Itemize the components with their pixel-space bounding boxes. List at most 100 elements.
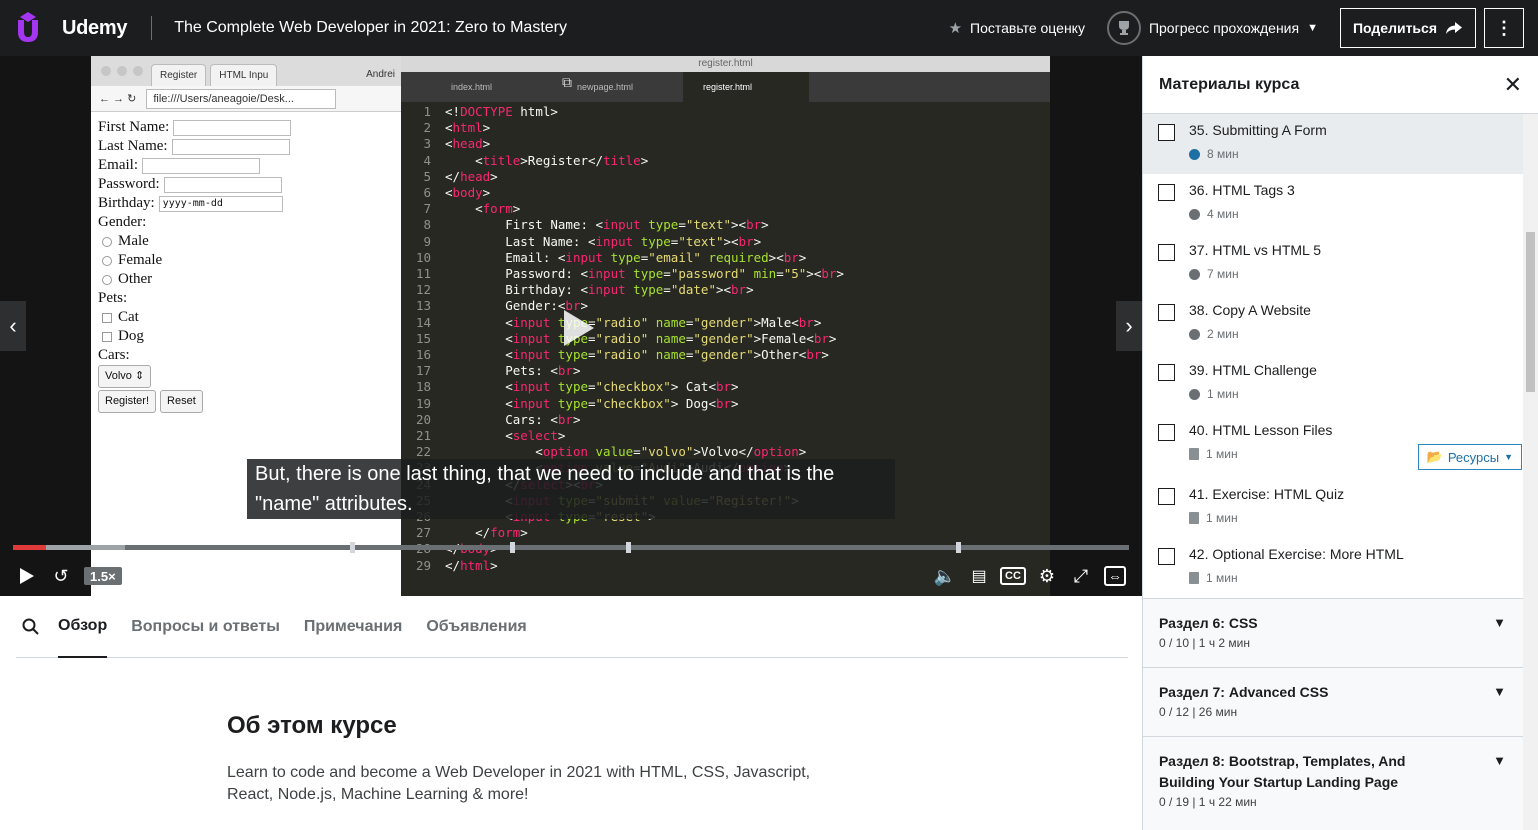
form-button: Reset xyxy=(160,390,203,413)
progress-scrubber[interactable] xyxy=(13,542,1129,553)
course-title[interactable]: The Complete Web Developer in 2021: Zero… xyxy=(174,19,567,37)
next-lecture-button[interactable]: › xyxy=(1116,301,1142,351)
udemy-logo-icon xyxy=(18,12,38,42)
resources-label: Ресурсы xyxy=(1447,449,1500,465)
about-heading: Об этом курсе xyxy=(227,712,397,739)
text-field xyxy=(173,119,292,136)
play-button[interactable] xyxy=(10,559,44,593)
lesson-title: 40. HTML Lesson Files xyxy=(1189,422,1333,438)
progress-dropdown[interactable]: Прогресс прохождения ▼ xyxy=(1106,11,1318,45)
video-icon xyxy=(1189,268,1200,280)
volume-button[interactable]: 🔈 xyxy=(928,559,962,593)
expand-icon: ⇔ xyxy=(1104,566,1126,586)
lesson-checkbox[interactable] xyxy=(1158,364,1175,381)
form-label: Email: xyxy=(98,157,138,173)
search-tab[interactable] xyxy=(16,596,46,658)
kebab-menu-icon: ⋮ xyxy=(1495,17,1513,38)
lesson-checkbox[interactable] xyxy=(1158,304,1175,321)
share-icon xyxy=(1446,22,1462,34)
lesson-checkbox[interactable] xyxy=(1158,124,1175,141)
transcript-button[interactable]: ▤ xyxy=(962,559,996,593)
udemy-logo[interactable]: Udemy xyxy=(14,0,128,56)
transcript-icon: ▤ xyxy=(971,568,987,585)
picture-in-picture-icon[interactable]: ⧉ xyxy=(562,74,582,94)
video-icon xyxy=(1189,388,1200,400)
about-description: Learn to code and become a Web Developer… xyxy=(227,764,811,803)
radio-icon xyxy=(102,274,112,285)
lesson-title: 42. Optional Exercise: More HTML xyxy=(1189,546,1404,562)
lesson-item[interactable]: 35. Submitting A Form 8 мин xyxy=(1143,114,1538,174)
fullscreen-button[interactable]: ⤢ xyxy=(1064,559,1098,593)
lesson-title: 36. HTML Tags 3 xyxy=(1189,182,1295,198)
lesson-title: 41. Exercise: HTML Quiz xyxy=(1189,486,1345,502)
top-bar: Udemy The Complete Web Developer in 2021… xyxy=(0,0,1538,56)
header-divider xyxy=(151,16,153,40)
file-icon xyxy=(1189,512,1199,524)
tab-notes[interactable]: Примечания xyxy=(304,596,402,658)
lesson-item[interactable]: 42. Optional Exercise: More HTML 1 мин xyxy=(1143,538,1538,598)
section-title: Раздел 6: CSS xyxy=(1159,615,1258,631)
lesson-checkbox[interactable] xyxy=(1158,548,1175,565)
note-icon: ✎ xyxy=(239,567,252,584)
resources-dropdown[interactable]: 📂 Ресурсы ▼ xyxy=(1417,444,1522,470)
rate-course-button[interactable]: ★ Поставьте оценку xyxy=(949,19,1085,37)
course-tabs: Обзор Вопросы и ответы Примечания Объявл… xyxy=(16,596,1128,658)
lesson-checkbox[interactable] xyxy=(1158,488,1175,505)
chapter-marker xyxy=(956,542,961,553)
close-icon[interactable]: ✕ xyxy=(1504,72,1522,98)
star-icon: ★ xyxy=(948,20,963,37)
tab-qa[interactable]: Вопросы и ответы xyxy=(131,596,280,658)
lesson-duration: 8 мин xyxy=(1207,147,1239,161)
lesson-item[interactable]: 39. HTML Challenge 1 мин xyxy=(1143,354,1538,414)
section-header[interactable]: Раздел 7: Advanced CSS 0 / 12 | 26 мин ▼ xyxy=(1143,667,1538,736)
lesson-duration: 7 мин xyxy=(1207,267,1239,281)
lesson-item[interactable]: 41. Exercise: HTML Quiz 1 мин xyxy=(1143,478,1538,538)
scrollbar-thumb[interactable] xyxy=(1526,232,1535,392)
lesson-item[interactable]: 37. HTML vs HTML 5 7 мин xyxy=(1143,234,1538,294)
expand-button[interactable]: ⇔ xyxy=(1098,559,1132,593)
playback-rate-button[interactable]: 1.5× xyxy=(84,567,122,585)
captions-button[interactable]: CC xyxy=(996,559,1030,593)
form-label: Pets: xyxy=(98,290,128,306)
editor-window-title: register.html xyxy=(401,56,1050,72)
lesson-checkbox[interactable] xyxy=(1158,424,1175,441)
chevron-down-icon: ▼ xyxy=(1504,452,1513,462)
time-display: 0:15 / 8:18 xyxy=(165,568,229,584)
tab-overview[interactable]: Обзор xyxy=(58,596,108,658)
section-header[interactable]: Раздел 8: Bootstrap, Templates, And Buil… xyxy=(1143,736,1538,830)
file-icon xyxy=(1189,572,1199,584)
rewind-button[interactable]: ↺ xyxy=(44,559,78,593)
form-label: Gender: xyxy=(98,214,147,230)
window-controls-icon xyxy=(101,66,143,76)
share-button[interactable]: Поделиться xyxy=(1339,8,1476,48)
lesson-checkbox[interactable] xyxy=(1158,244,1175,261)
lesson-item[interactable]: 38. Copy A Website 2 мин xyxy=(1143,294,1538,354)
text-field xyxy=(171,138,290,155)
play-icon xyxy=(20,568,34,584)
chevron-right-icon: › xyxy=(1125,313,1133,338)
lesson-item[interactable]: 40. HTML Lesson Files 1 мин 📂 Ресурсы ▼ xyxy=(1143,414,1538,478)
play-overlay-button[interactable] xyxy=(546,298,606,358)
folder-icon: 📂 xyxy=(1426,449,1443,464)
tab-announcements[interactable]: Объявления xyxy=(426,596,526,658)
lesson-item[interactable]: 36. HTML Tags 3 4 мин xyxy=(1143,174,1538,234)
previous-lecture-button[interactable]: ‹ xyxy=(0,301,26,351)
browser-user: Andrei xyxy=(366,69,395,80)
lesson-duration: 1 мин xyxy=(1206,511,1238,525)
editor-tab: index.html xyxy=(451,82,493,92)
video-player[interactable]: Register HTML Inpu Andrei ← → ↻ file:///… xyxy=(0,56,1142,596)
forward-button[interactable]: ↻ xyxy=(128,559,162,593)
add-note-button[interactable]: ✎ xyxy=(229,559,263,593)
play-icon xyxy=(564,310,594,346)
sidebar-scrollbar[interactable] xyxy=(1523,114,1538,830)
more-options-button[interactable]: ⋮ xyxy=(1484,8,1524,48)
form-label: Dog xyxy=(118,328,144,344)
gear-icon: ⚙ xyxy=(1038,565,1056,586)
video-icon xyxy=(1189,148,1200,160)
settings-button[interactable]: ⚙ xyxy=(1030,559,1064,593)
form-label: Cars: xyxy=(98,347,130,363)
section-header[interactable]: Раздел 6: CSS 0 / 10 | 1 ч 2 мин ▼ xyxy=(1143,598,1538,667)
progress-label: Прогресс прохождения xyxy=(1148,20,1300,36)
form-button: Register! xyxy=(98,390,157,413)
lesson-checkbox[interactable] xyxy=(1158,184,1175,201)
